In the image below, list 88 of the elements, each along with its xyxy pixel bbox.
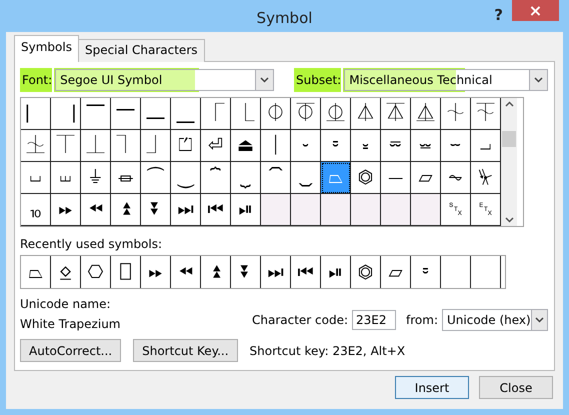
symbol-cell[interactable]: ⏯	[231, 194, 261, 226]
symbol-cell[interactable]: ⎸	[21, 98, 51, 130]
blank-symbol-cell[interactable]	[291, 194, 321, 226]
symbol-cell[interactable]: ⏅	[411, 98, 441, 130]
symbol-cell[interactable]: ⏫	[111, 194, 141, 226]
from-dropdown[interactable]: Unicode (hex)	[442, 308, 548, 330]
symbol-cell[interactable]: ⏞	[201, 162, 231, 194]
scrollbar[interactable]	[501, 98, 517, 226]
dialog-button[interactable]: Close	[479, 376, 553, 399]
symbol-cell[interactable]: ⏀	[261, 98, 291, 130]
scroll-down-icon[interactable]	[504, 217, 514, 223]
symbol-cell[interactable]: ⏑	[291, 130, 321, 162]
blank-symbol-cell[interactable]	[261, 194, 291, 226]
symbol-cell[interactable]: ⏈	[21, 130, 51, 162]
symbol-cell[interactable]: ⎿	[231, 98, 261, 130]
symbol-cell[interactable]: ␃	[471, 194, 501, 226]
subset-label: Subset:	[294, 68, 342, 92]
symbol-cell[interactable]: ⏕	[411, 130, 441, 162]
symbol-cell[interactable]: ⏆	[441, 98, 471, 130]
symbol-cell[interactable]: ⏡	[291, 162, 321, 194]
scroll-thumb[interactable]	[502, 131, 516, 147]
symbol-cell[interactable]: ⏥	[411, 162, 441, 194]
close-button[interactable]: ×	[512, 0, 559, 21]
symbol-cell[interactable]: ⏊	[81, 130, 111, 162]
symbol-cell[interactable]: ⏜	[141, 162, 171, 194]
dialog-button[interactable]: Insert	[395, 376, 469, 399]
character-code-field[interactable]: 23E2	[352, 310, 396, 330]
symbol-cell[interactable]: ⎹	[51, 98, 81, 130]
symbol-cell[interactable]: ⏙	[51, 162, 81, 194]
symbol-cell[interactable]: ⏣	[351, 162, 381, 194]
symbol-cell[interactable]: ⎽	[171, 98, 201, 130]
symbol-cell[interactable]: ⏓	[351, 130, 381, 162]
scroll-up-icon[interactable]	[504, 101, 514, 107]
blank-symbol-cell[interactable]	[411, 194, 441, 226]
symbol-cell[interactable]: ⏚	[81, 162, 111, 194]
symbol-cell[interactable]: ⏋	[111, 130, 141, 162]
blank-symbol-cell[interactable]	[381, 194, 411, 226]
symbol-cell[interactable]: ⏃	[351, 98, 381, 130]
symbol-cell[interactable]: ⏟	[231, 162, 261, 194]
symbol-cell[interactable]: ⏪	[81, 194, 111, 226]
symbol-cell[interactable]: ⏗	[471, 130, 501, 162]
symbol-cell[interactable]: ⏐	[261, 130, 291, 162]
symbol-cell[interactable]: ⎺	[81, 98, 111, 130]
unicode-name-label: Unicode name:	[20, 297, 112, 311]
symbol-cell[interactable]: ⏁	[291, 98, 321, 130]
blank-symbol-cell[interactable]	[351, 194, 381, 226]
symbol-cell[interactable]: ⎼	[141, 98, 171, 130]
symbol-cell[interactable]: ⎻	[111, 98, 141, 130]
symbol-cell[interactable]: ⏤	[381, 162, 411, 194]
symbol-cell[interactable]: ⏔	[381, 130, 411, 162]
from-label: from:	[406, 312, 438, 326]
symbol-cell[interactable]: ⏒	[321, 130, 351, 162]
symbol-cell[interactable]: ⏇	[471, 98, 501, 130]
autocorrect-button[interactable]: AutoCorrect...	[20, 339, 122, 362]
symbol-cell[interactable]: ⏖	[441, 130, 471, 162]
symbol-cell[interactable]: ⏌	[141, 130, 171, 162]
symbol-cell[interactable]: ⏝	[171, 162, 201, 194]
help-button[interactable]: ?	[494, 6, 503, 24]
symbol-cell[interactable]: ⏉	[51, 130, 81, 162]
shortcut-key-text: Shortcut key: 23E2, Alt+X	[250, 344, 406, 358]
symbol-cell[interactable]: ⏛	[111, 162, 141, 194]
symbol-cell[interactable]: ⎾	[201, 98, 231, 130]
symbol-cell[interactable]: ⏬	[141, 194, 171, 226]
symbol-cell[interactable]: ␂	[441, 194, 471, 226]
subset-dropdown[interactable]: Miscellaneous Technical	[344, 69, 548, 91]
symbol-cell[interactable]: ⏏	[231, 130, 261, 162]
tab[interactable]: Symbols	[14, 35, 79, 62]
symbol-cell[interactable]: ⏭	[171, 194, 201, 226]
window-title: Symbol	[256, 8, 312, 27]
symbol-cell[interactable]: ⏨	[21, 194, 51, 226]
symbol-cell[interactable]: ⏂	[321, 98, 351, 130]
blank-symbol-cell[interactable]	[321, 194, 351, 226]
symbol-cell[interactable]: ⏧	[471, 162, 501, 194]
tab[interactable]: Special Characters	[78, 39, 204, 62]
font-label: Font:	[20, 68, 52, 92]
recent-symbols-label: Recently used symbols:	[20, 237, 164, 253]
shortcut-key-button[interactable]: Shortcut Key...	[133, 339, 238, 362]
symbol-cell[interactable]: ⏘	[21, 162, 51, 194]
symbol-cell[interactable]: ⏎	[201, 130, 231, 162]
symbol-cell[interactable]: ⏍	[171, 130, 201, 162]
unicode-name: White Trapezium	[20, 317, 122, 331]
symbol-cell[interactable]: ⏄	[381, 98, 411, 130]
symbol-cell[interactable]: ⏠	[261, 162, 291, 194]
symbol-cell[interactable]: ⏩	[51, 194, 81, 226]
symbol-cell[interactable]: ⏮	[201, 194, 231, 226]
font-dropdown[interactable]: Segoe UI Symbol	[55, 69, 274, 91]
symbol-cell[interactable]: ⏦	[441, 162, 471, 194]
character-code-label: Character code:	[252, 312, 348, 326]
